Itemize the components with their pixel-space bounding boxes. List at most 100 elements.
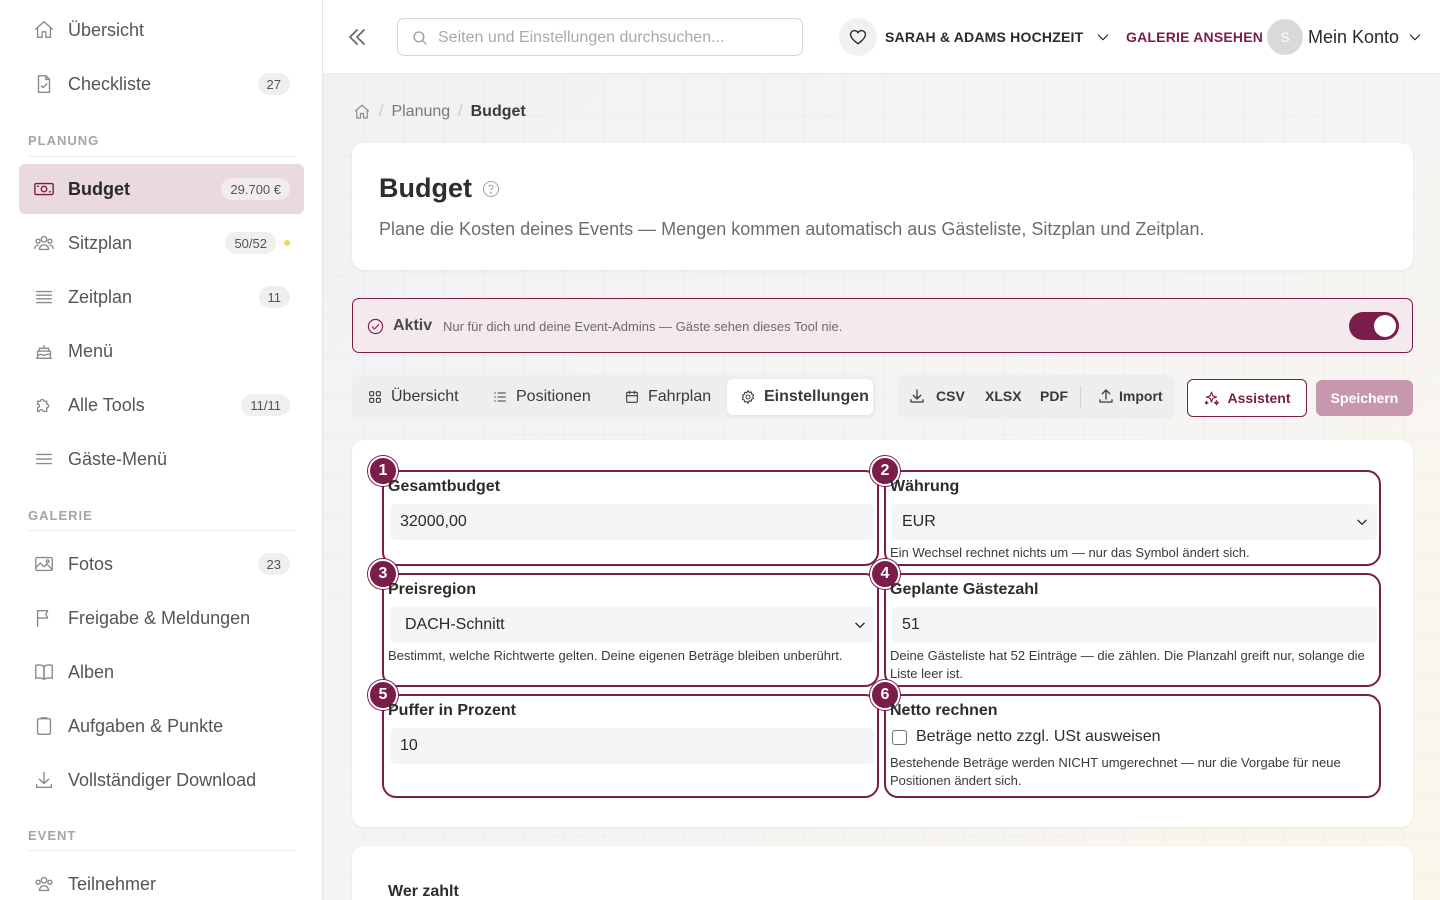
tab-fahrplan[interactable]: Fahrplan <box>624 379 720 415</box>
double-chevron-left-icon <box>349 29 365 45</box>
field-help: Bestimmt, welche Richtwerte gelten. Dein… <box>388 648 843 663</box>
chevron-down-icon <box>1357 519 1367 525</box>
home-icon[interactable] <box>353 103 371 121</box>
people-icon <box>32 231 56 255</box>
field-gaestezahl: 4 Geplante Gästezahl 51 Deine Gästeliste… <box>870 559 1381 687</box>
grid-icon <box>369 391 381 403</box>
field-preisregion: 3 Preisregion DACH-Schnitt Bestimmt, wel… <box>368 559 879 687</box>
sidebar-item-label: Fotos <box>68 553 114 574</box>
guest-count-input[interactable]: 51 <box>892 607 1377 643</box>
flag-icon <box>32 606 56 630</box>
field-help: Deine Gästeliste hat 52 Einträge — die z… <box>890 648 1365 681</box>
view-gallery-link[interactable]: GALERIE ANSEHEN <box>1126 29 1263 45</box>
tab-label: Übersicht <box>391 388 459 405</box>
import-button[interactable]: Import <box>1097 387 1163 405</box>
field-help: Ein Wechsel rechnet nichts um — nur das … <box>890 545 1250 560</box>
chevron-down-icon <box>855 622 865 628</box>
export-csv-button[interactable]: CSV <box>936 388 965 404</box>
count-badge: 23 <box>257 553 290 575</box>
account-menu[interactable]: S Mein Konto <box>1267 18 1423 56</box>
field-netto: 6 Netto rechnen Beträge netto zzgl. USt … <box>870 680 1381 798</box>
tab-bar: Übersicht Positionen Fahrplan Einstellun… <box>352 375 876 419</box>
sidebar-item-checkliste[interactable]: Checkliste 27 <box>19 59 304 109</box>
heart-icon <box>839 18 877 56</box>
collapse-sidebar-button[interactable] <box>345 25 369 49</box>
count-badge: 11 <box>258 286 290 308</box>
section-label-planung: PLANUNG <box>28 133 100 148</box>
breadcrumb-separator: / <box>379 103 384 120</box>
sidebar-item-budget[interactable]: Budget 29.700 € <box>19 164 304 214</box>
toggle-knob <box>1374 315 1396 337</box>
gear-icon <box>741 390 755 404</box>
active-title: Aktiv <box>393 317 433 334</box>
book-icon <box>32 660 56 684</box>
section-divider <box>28 850 296 851</box>
assistant-button[interactable]: Assistent <box>1187 379 1307 417</box>
search-box[interactable] <box>397 18 803 56</box>
count-badge: 50/52 <box>225 232 276 254</box>
sidebar-item-label: Sitzplan <box>68 232 133 253</box>
netto-checkbox[interactable] <box>892 729 907 745</box>
home-icon <box>32 18 56 42</box>
event-switcher[interactable]: SARAH & ADAMS HOCHZEIT <box>839 17 1111 57</box>
status-dot <box>284 240 290 246</box>
buffer-value: 10 <box>400 737 418 754</box>
export-bar: CSV XLSX PDF Import <box>898 375 1175 419</box>
sidebar-item-label: Übersicht <box>68 19 145 40</box>
check-circle-icon <box>367 318 384 335</box>
budget-input[interactable]: 32000,00 <box>390 504 875 540</box>
section-divider <box>28 530 296 531</box>
sidebar-item-label: Menü <box>68 340 114 361</box>
sidebar-item-fotos[interactable]: Fotos 23 <box>19 539 304 589</box>
tab-uebersicht[interactable]: Übersicht <box>367 379 469 415</box>
tab-positionen[interactable]: Positionen <box>492 379 602 415</box>
page-title: Budget <box>379 173 472 203</box>
sidebar-item-label: Teilnehmer <box>68 873 157 894</box>
import-label: Import <box>1119 388 1163 404</box>
field-waehrung: 2 Währung EUR Ein Wechsel rechnet nichts… <box>870 456 1381 566</box>
count-badge: 11/11 <box>241 394 290 416</box>
sidebar-item-aufgaben[interactable]: Aufgaben & Punkte <box>19 701 304 751</box>
count-badge: 27 <box>257 73 290 95</box>
search-input[interactable] <box>438 26 793 50</box>
sidebar-item-menue[interactable]: Menü <box>19 326 304 376</box>
menu-icon <box>32 447 56 471</box>
sidebar-item-label: Checkliste <box>68 73 152 94</box>
netto-checkbox-row[interactable]: Beträge netto zzgl. USt ausweisen <box>892 728 1161 746</box>
tab-label: Fahrplan <box>648 388 712 405</box>
sidebar-item-gaeste-menue[interactable]: Gäste-Menü <box>19 434 304 484</box>
breadcrumb-planung[interactable]: Planung <box>391 103 450 121</box>
sidebar-item-label: Zeitplan <box>68 286 133 307</box>
help-icon[interactable] <box>482 180 500 198</box>
sidebar-item-freigabe[interactable]: Freigabe & Meldungen <box>19 593 304 643</box>
breadcrumb: / Planung / Budget <box>353 103 526 121</box>
tab-label: Positionen <box>516 388 591 405</box>
tab-einstellungen[interactable]: Einstellungen <box>727 379 873 415</box>
puzzle-icon <box>32 393 56 417</box>
chevron-down-icon <box>1409 34 1421 41</box>
export-pdf-button[interactable]: PDF <box>1040 388 1068 404</box>
sidebar-item-download[interactable]: Vollständiger Download <box>19 755 304 805</box>
region-select[interactable]: DACH-Schnitt <box>390 607 875 643</box>
sidebar-item-alben[interactable]: Alben <box>19 647 304 697</box>
active-toggle[interactable] <box>1349 312 1399 340</box>
field-label: Währung <box>890 478 960 495</box>
breadcrumb-budget: Budget <box>470 103 526 120</box>
tab-label: Einstellungen <box>764 388 869 405</box>
cake-icon <box>32 339 56 363</box>
sidebar-item-teilnehmer[interactable]: Teilnehmer <box>19 859 304 900</box>
sidebar: Übersicht Checkliste 27 PLANUNG Budget 2… <box>0 0 323 900</box>
page-subtitle: Plane die Kosten deines Events — Mengen … <box>379 219 1205 239</box>
sidebar-item-uebersicht[interactable]: Übersicht <box>19 5 304 55</box>
save-button[interactable]: Speichern <box>1316 380 1413 416</box>
event-name: SARAH & ADAMS HOCHZEIT <box>885 29 1084 45</box>
currency-select[interactable]: EUR <box>892 504 1377 540</box>
checklist-icon <box>32 72 56 96</box>
export-xlsx-button[interactable]: XLSX <box>985 388 1022 404</box>
timeline-icon <box>32 285 56 309</box>
buffer-input[interactable]: 10 <box>390 728 875 764</box>
sidebar-item-zeitplan[interactable]: Zeitplan 11 <box>19 272 304 322</box>
download-button[interactable] <box>908 387 926 405</box>
sidebar-item-sitzplan[interactable]: Sitzplan 50/52 <box>19 218 304 268</box>
sidebar-item-alle-tools[interactable]: Alle Tools 11/11 <box>19 380 304 430</box>
